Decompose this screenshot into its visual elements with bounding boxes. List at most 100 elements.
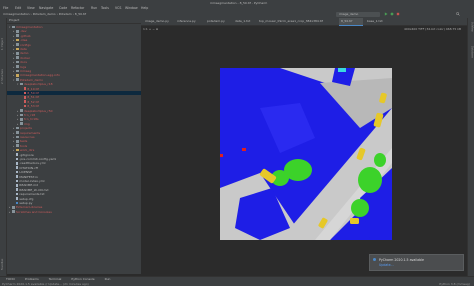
tree-item-label: model-index.yml bbox=[19, 179, 45, 183]
file-icon bbox=[15, 175, 18, 178]
bottom-tab-problems[interactable]: Problems bbox=[25, 277, 39, 281]
info-icon bbox=[373, 258, 376, 261]
tree-item-label: 8_51.tif bbox=[27, 95, 39, 100]
tree-item-label: Potsdam_demo bbox=[20, 77, 43, 82]
menu-code[interactable]: Code bbox=[59, 6, 67, 10]
file-icon bbox=[23, 104, 26, 108]
run-configuration-select[interactable]: image_demo bbox=[336, 11, 380, 17]
breadcrumb[interactable]: mmsegmentation › Potsdam_demo › Potsdam … bbox=[3, 12, 86, 16]
python-interpreter[interactable]: Python 3.8 (mmseg) bbox=[439, 282, 470, 286]
menu-navigate[interactable]: Navigate bbox=[39, 6, 53, 10]
file-icon bbox=[15, 170, 18, 174]
run-configuration-label: image_demo bbox=[339, 12, 359, 17]
tree-item-label: fcn_hr18s bbox=[24, 117, 39, 122]
tree-item-label: tests bbox=[20, 139, 28, 144]
file-icon bbox=[15, 188, 18, 191]
menu-file[interactable]: File bbox=[3, 6, 8, 10]
tree-item-label: .gitignore bbox=[19, 152, 34, 157]
tree-item-label: README.md bbox=[19, 183, 38, 188]
tree-item-label: configs bbox=[20, 42, 31, 47]
stop-icon[interactable] bbox=[396, 12, 400, 16]
search-icon[interactable] bbox=[456, 12, 460, 16]
folder-icon bbox=[15, 139, 19, 143]
folder-icon bbox=[19, 122, 23, 125]
menu-vcs[interactable]: VCS bbox=[115, 6, 121, 10]
tree-item-label: resources bbox=[20, 135, 35, 139]
tool-window-sciview[interactable]: SciView bbox=[469, 22, 474, 42]
menu-tools[interactable]: Tools bbox=[101, 6, 109, 10]
menu-edit[interactable]: Edit bbox=[15, 6, 21, 10]
project-panel: Project ▾ mmsegmentation ▸ .dev ▸ .github ▸ .id… bbox=[7, 18, 141, 274]
folder-icon bbox=[19, 82, 23, 86]
bottom-tab-terminal[interactable]: Terminal bbox=[49, 277, 62, 281]
update-notification[interactable]: PyCharm 2020.1.5 available Update... bbox=[369, 254, 464, 271]
folder-icon bbox=[11, 205, 15, 209]
tree-item-label: MANIFEST.in bbox=[19, 174, 38, 179]
status-message: PyCharm 2020.1.5 available // Update... … bbox=[2, 281, 89, 286]
file-icon bbox=[15, 166, 18, 169]
editor-tab[interactable]: image_demo.py bbox=[143, 18, 173, 25]
folder-icon bbox=[15, 34, 19, 37]
folder-icon bbox=[15, 56, 19, 59]
update-link[interactable]: Update... bbox=[379, 263, 394, 267]
bottom-tab-todo[interactable]: TODO bbox=[6, 277, 15, 281]
bottom-tab-run[interactable]: Run bbox=[105, 277, 111, 281]
menu-help[interactable]: Help bbox=[141, 6, 148, 10]
file-icon bbox=[15, 153, 18, 156]
editor-tab[interactable]: top_mosaic_09cm_area1_crop_384x384.tif bbox=[257, 18, 337, 25]
tree-item-label: setup.cfg bbox=[19, 196, 34, 201]
notification-title: PyCharm 2020.1.5 available bbox=[379, 257, 424, 262]
editor-tabs: image_demo.py inference.py potsdam.py data_… bbox=[141, 18, 467, 26]
tree-item-label: 8_52.tif bbox=[27, 99, 39, 104]
tree-item-label: requirements.txt bbox=[19, 192, 45, 197]
file-icon bbox=[23, 91, 26, 95]
tree-item-label: deeplabv3plus_r18 bbox=[24, 82, 53, 87]
folder-icon bbox=[15, 126, 19, 130]
debug-icon[interactable] bbox=[390, 12, 394, 16]
tool-window-favorites[interactable]: Favorites bbox=[1, 244, 6, 270]
editor-tab[interactable]: 8_50.tif bbox=[339, 18, 363, 26]
menu-view[interactable]: View bbox=[27, 6, 35, 10]
file-icon bbox=[23, 87, 26, 90]
tree-item-label: fcn_r18 bbox=[24, 113, 36, 117]
tree-item-label: docs bbox=[20, 60, 27, 65]
tool-window-database[interactable]: Database bbox=[469, 46, 474, 70]
menu-window[interactable]: Window bbox=[125, 6, 138, 10]
file-icon bbox=[15, 192, 18, 196]
folder-icon bbox=[15, 144, 19, 147]
menu-run[interactable]: Run bbox=[91, 6, 97, 10]
editor-tab[interactable]: potsdam.py bbox=[205, 18, 231, 25]
folder-icon bbox=[15, 29, 19, 33]
tree-item-label: requirements bbox=[20, 130, 41, 135]
tool-window-project[interactable]: 1: Project bbox=[1, 22, 6, 50]
run-icon[interactable] bbox=[384, 12, 388, 16]
tree-item-label: .readthedocs.yml bbox=[19, 161, 46, 166]
tree-item-label: README_zh-CN.md bbox=[19, 187, 49, 192]
tree-item-label: .idea bbox=[20, 38, 28, 43]
folder-icon bbox=[15, 69, 19, 73]
tree-item-label: .github bbox=[20, 33, 31, 38]
folder-icon bbox=[15, 47, 19, 51]
tool-window-structure[interactable]: 2: Structure bbox=[1, 54, 6, 84]
image-toolbar[interactable]: 1:1 + − ⊡ bbox=[143, 27, 158, 31]
tree-item-label: mmsegmentation bbox=[16, 25, 43, 29]
file-icon bbox=[15, 183, 18, 187]
editor-tab[interactable]: inference.py bbox=[175, 18, 203, 25]
folder-icon bbox=[19, 109, 23, 112]
folder-icon bbox=[11, 210, 15, 213]
tree-item[interactable]: ▸ Scratches and Consoles bbox=[7, 210, 141, 214]
editor-area: image_demo.py inference.py potsdam.py data_… bbox=[141, 18, 467, 274]
file-icon bbox=[23, 95, 26, 99]
folder-icon bbox=[15, 78, 19, 81]
bottom-tab-python-console[interactable]: Python Console bbox=[71, 277, 94, 281]
tree-item-label: img bbox=[24, 121, 30, 126]
tree-item-label: mmsegmentation.egg-info bbox=[20, 73, 60, 78]
editor-tab[interactable]: data_1.txt bbox=[233, 18, 255, 25]
tree-item-label: demo bbox=[20, 51, 29, 56]
editor-tab[interactable]: base_1.txt bbox=[365, 18, 391, 25]
folder-icon bbox=[15, 38, 19, 42]
file-icon bbox=[15, 179, 18, 183]
menu-refactor[interactable]: Refactor bbox=[71, 6, 84, 10]
tree-item-label: 8_10.tif bbox=[27, 86, 39, 91]
folder-icon bbox=[15, 60, 19, 64]
